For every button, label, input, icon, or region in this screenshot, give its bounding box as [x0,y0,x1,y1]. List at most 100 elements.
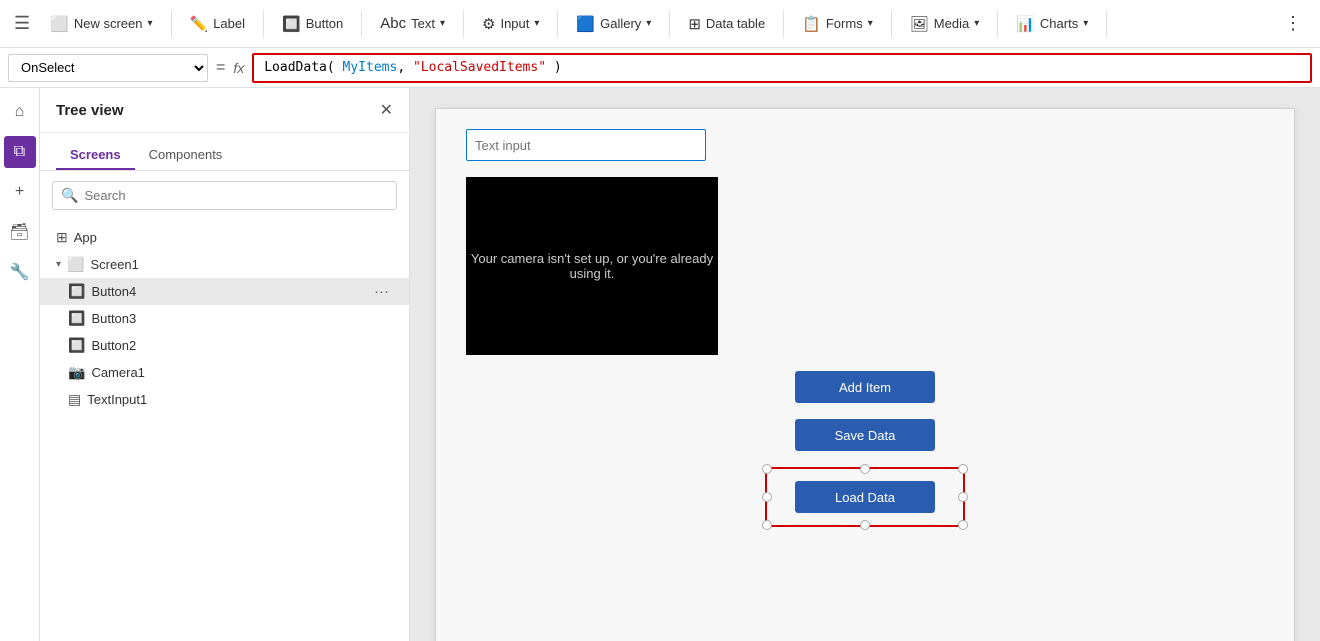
tree-item-app[interactable]: ⊞ App [40,224,409,251]
screen1-chevron-icon: ▾ [56,259,61,270]
tab-components[interactable]: Components [135,141,237,170]
formula-fx-label: fx [233,60,244,76]
tree-item-label-textinput1: TextInput1 [87,392,393,407]
handle-mid-right[interactable] [958,492,968,502]
handle-bottom-right[interactable] [958,520,968,530]
new-screen-chevron-icon: ▾ [147,18,152,29]
text-icon: Abc [380,15,406,32]
data-table-button[interactable]: ⊞ Data table [678,9,775,39]
canvas-load-data-button[interactable]: Load Data [795,481,935,513]
tree-item-screen1[interactable]: ▾ ⬜ Screen1 [40,251,409,278]
button4-icon: 🔲 [68,283,85,300]
tab-screens[interactable]: Screens [56,141,135,170]
tree-item-label-screen1: Screen1 [90,257,393,272]
handle-bottom-left[interactable] [762,520,772,530]
handle-top-mid[interactable] [860,464,870,474]
new-screen-button[interactable]: ⬜ New screen ▾ [40,9,162,39]
sidebar-icon-controls[interactable]: 🔧 [4,256,36,288]
handle-top-left[interactable] [762,464,772,474]
app-icon: ⊞ [56,229,68,246]
forms-chevron-icon: ▾ [868,18,873,29]
toolbar-separator-4 [463,10,464,38]
data-table-icon: ⊞ [688,15,701,33]
tree-items: ⊞ App ▾ ⬜ Screen1 🔲 Button4 ··· 🔲 Button… [40,220,409,641]
tree-item-button4[interactable]: 🔲 Button4 ··· [40,278,409,305]
sidebar-icon-layers[interactable]: ⧉ [4,136,36,168]
search-input[interactable] [84,188,388,203]
screen-icon: ⬜ [67,256,84,273]
text-button[interactable]: Abc Text ▾ [370,9,455,38]
media-icon: 🖼 [910,15,929,33]
formula-function-name: LoadData [264,60,327,75]
media-button[interactable]: 🖼 Media ▾ [900,9,990,39]
input-icon: ⚙ [482,15,495,33]
formula-arg1: MyItems [343,60,398,75]
tree-item-label-app: App [74,230,393,245]
canvas-frame: Your camera isn't set up, or you're alre… [435,108,1295,641]
label-icon: ✏️ [190,15,209,33]
formula-equals: = [216,59,225,77]
toolbar: ☰ ⬜ New screen ▾ ✏️ Label 🔲 Button Abc T… [0,0,1320,48]
text-chevron-icon: ▾ [440,18,445,29]
more-options-icon: ⋮ [1284,13,1302,34]
extra-menu-button[interactable]: ⋮ [1274,7,1312,40]
sidebar-icon-add[interactable]: + [4,176,36,208]
tree-close-button[interactable]: ✕ [380,100,393,120]
tree-header: Tree view ✕ [40,88,409,133]
toolbar-separator-9 [997,10,998,38]
input-button[interactable]: ⚙ Input ▾ [472,9,549,39]
canvas-text-input[interactable] [466,129,706,161]
toolbar-separator-6 [669,10,670,38]
toolbar-separator-8 [891,10,892,38]
tree-item-camera1[interactable]: 📷 Camera1 [40,359,409,386]
charts-button[interactable]: 📊 Charts ▾ [1006,9,1098,39]
canvas-camera-view: Your camera isn't set up, or you're alre… [466,177,718,355]
button4-more-button[interactable]: ··· [370,283,393,300]
tree-item-label-camera1: Camera1 [91,365,393,380]
search-icon: 🔍 [61,187,78,204]
formula-input[interactable]: LoadData( MyItems, "LocalSavedItems" ) [252,53,1312,83]
toolbar-separator-1 [171,10,172,38]
tree-tabs: Screens Components [40,133,409,171]
handle-bottom-mid[interactable] [860,520,870,530]
formula-bar: OnSelect = fx LoadData( MyItems, "LocalS… [0,48,1320,88]
charts-chevron-icon: ▾ [1083,18,1088,29]
toolbar-separator-10 [1106,10,1107,38]
tree-item-button3[interactable]: 🔲 Button3 [40,305,409,332]
tree-search-box[interactable]: 🔍 [52,181,397,210]
toolbar-separator-3 [361,10,362,38]
camera-message-text: Your camera isn't set up, or you're alre… [466,251,718,281]
toolbar-separator-2 [263,10,264,38]
tree-panel: Tree view ✕ Screens Components 🔍 ⊞ App ▾… [40,88,410,641]
tree-item-button2[interactable]: 🔲 Button2 [40,332,409,359]
load-data-wrapper: Load Data [765,467,965,527]
tree-item-textinput1[interactable]: ▤ TextInput1 [40,386,409,413]
tree-item-label-button4: Button4 [91,284,364,299]
sidebar-icon-data[interactable]: 🗃 [4,216,36,248]
toolbar-separator-7 [783,10,784,38]
sidebar-icons: ⌂ ⧉ + 🗃 🔧 [0,88,40,641]
button3-icon: 🔲 [68,310,85,327]
tree-title: Tree view [56,102,124,119]
forms-button[interactable]: 📋 Forms ▾ [792,9,883,39]
canvas-save-data-button[interactable]: Save Data [795,419,935,451]
button-button[interactable]: 🔲 Button [272,9,353,39]
formula-arg2: "LocalSavedItems" [413,60,546,75]
handle-mid-left[interactable] [762,492,772,502]
button2-icon: 🔲 [68,337,85,354]
hamburger-icon[interactable]: ☰ [8,13,36,34]
forms-icon: 📋 [802,15,821,33]
sidebar-icon-home[interactable]: ⌂ [4,96,36,128]
main-layout: ⌂ ⧉ + 🗃 🔧 Tree view ✕ Screens Components… [0,88,1320,641]
gallery-button[interactable]: 🟦 Gallery ▾ [566,9,661,39]
canvas-add-item-button[interactable]: Add Item [795,371,935,403]
formula-property-select[interactable]: OnSelect [8,54,208,82]
camera1-icon: 📷 [68,364,85,381]
media-chevron-icon: ▾ [974,18,979,29]
label-button[interactable]: ✏️ Label [180,9,256,39]
handle-top-right[interactable] [958,464,968,474]
button-icon: 🔲 [282,15,301,33]
gallery-icon: 🟦 [576,15,595,33]
charts-icon: 📊 [1016,15,1035,33]
input-chevron-icon: ▾ [534,18,539,29]
